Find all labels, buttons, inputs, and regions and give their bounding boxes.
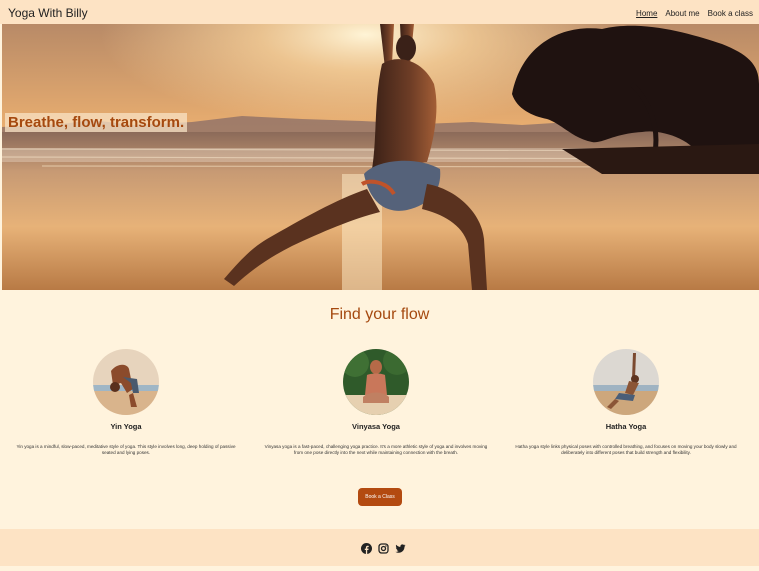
yoga-card-vinyasa: Vinyasa Yoga Vinyasa yoga is a fast-pace… — [256, 349, 496, 456]
site-footer — [0, 529, 759, 566]
yin-yoga-photo — [93, 349, 159, 415]
book-class-button[interactable]: Book a Class — [358, 488, 402, 506]
card-description: Vinyasa yoga is a fast-paced, challengin… — [264, 444, 488, 455]
hero-tagline: Breathe, flow, transform. — [5, 113, 188, 132]
facebook-icon[interactable] — [361, 541, 372, 554]
page: Yoga With Billy Home About me Book a cla… — [0, 0, 759, 571]
twitter-icon[interactable] — [395, 541, 406, 553]
hero-image — [2, 24, 759, 290]
card-description: Hatha yoga style links physical poses wi… — [515, 444, 737, 455]
nav-link-about[interactable]: About me — [665, 9, 699, 18]
vinyasa-yoga-photo — [343, 349, 409, 415]
yoga-card-yin: Yin Yoga Yin yoga is a mindful, slow-pac… — [6, 349, 246, 456]
instagram-icon[interactable] — [378, 541, 389, 554]
main-nav: Home About me Book a class — [636, 9, 753, 18]
section-title: Find your flow — [329, 306, 430, 323]
site-header: Yoga With Billy Home About me Book a cla… — [0, 0, 759, 24]
hatha-yoga-photo — [593, 349, 659, 415]
nav-link-book[interactable]: Book a class — [708, 9, 753, 18]
card-name: Vinyasa Yoga — [352, 422, 400, 431]
nav-link-home[interactable]: Home — [636, 9, 657, 18]
card-name: Yin Yoga — [110, 422, 142, 431]
card-name: Hatha Yoga — [605, 422, 647, 431]
hero-banner: Breathe, flow, transform. — [2, 24, 759, 290]
card-description: Yin yoga is a mindful, slow-paced, medit… — [16, 444, 236, 455]
yoga-card-hatha: Hatha Yoga Hatha yoga style links physic… — [506, 349, 746, 456]
brand-logo-text[interactable]: Yoga With Billy — [8, 6, 88, 20]
social-links — [361, 541, 406, 554]
